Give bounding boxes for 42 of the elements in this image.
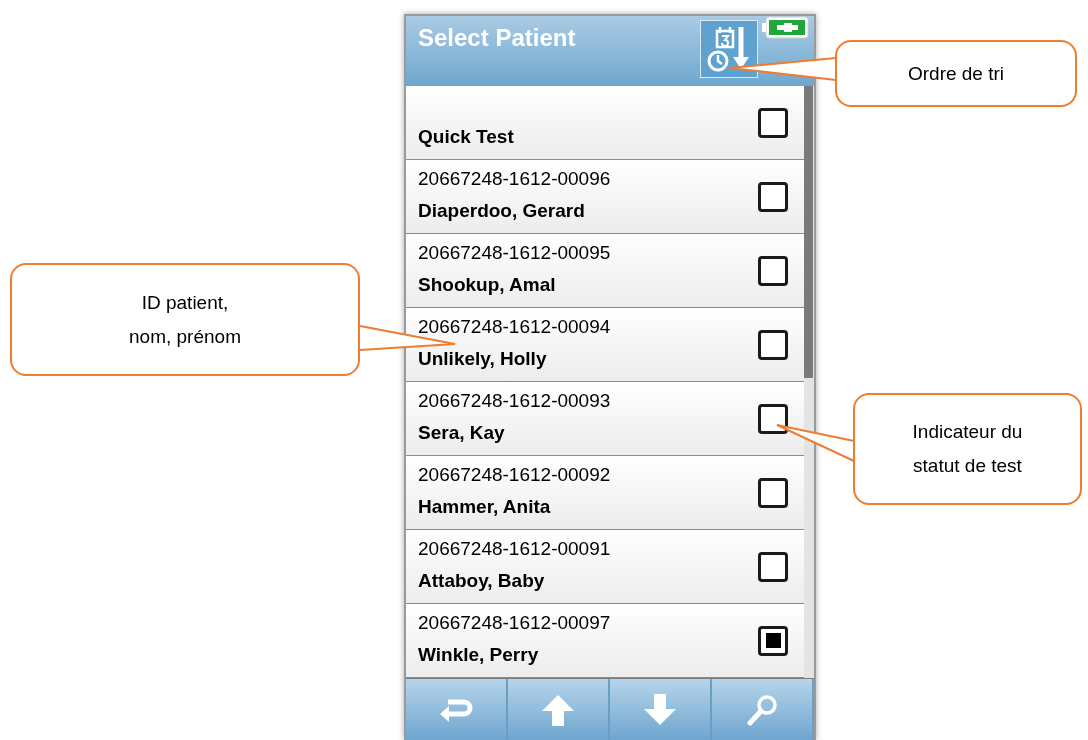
test-status-checkbox[interactable] [758, 181, 788, 212]
patient-row[interactable]: 20667248-1612-00092 Hammer, Anita [406, 456, 804, 530]
patient-id: 20667248-1612-00092 [418, 463, 611, 487]
toolbar-button[interactable] [508, 679, 610, 740]
patient-name: Attaboy, Baby [418, 569, 546, 593]
toolbar-button[interactable] [712, 679, 814, 740]
callout-text: statut de test [913, 454, 1022, 478]
toolbar-button[interactable] [406, 679, 508, 740]
patient-name: Unlikely, Holly [418, 347, 548, 371]
patient-name: Quick Test [418, 125, 514, 149]
patient-row[interactable]: 20667248-1612-00096 Diaperdoo, Gerard [406, 160, 804, 234]
patient-id: 20667248-1612-00096 [418, 167, 611, 191]
patient-row[interactable]: 20667248-1612-00095 Shookup, Amal [406, 234, 804, 308]
callout-text: Indicateur du [912, 420, 1023, 444]
patient-row[interactable]: Quick Test [406, 86, 804, 160]
test-status-checkbox[interactable] [758, 551, 788, 582]
patient-name: Shookup, Amal [418, 273, 557, 297]
test-status-checkbox[interactable] [758, 255, 788, 286]
patient-id: 20667248-1612-00097 [418, 611, 611, 635]
patient-row[interactable]: 20667248-1612-00091 Attaboy, Baby [406, 530, 804, 604]
callout-text: Ordre de tri [907, 61, 1005, 86]
patient-row[interactable]: 20667248-1612-00094 Unlikely, Holly [406, 308, 804, 382]
patient-name: Diaperdoo, Gerard [418, 199, 586, 223]
patient-name: Sera, Kay [418, 421, 506, 445]
test-status-checkbox[interactable] [758, 107, 788, 138]
toolbar-button[interactable] [610, 679, 712, 740]
test-status-checkbox[interactable] [758, 403, 788, 434]
patient-row[interactable]: 20667248-1612-00097 Winkle, Perry [406, 604, 804, 678]
screen-title: Select Patient [418, 23, 576, 53]
patient-name: Winkle, Perry [418, 643, 540, 667]
callout-text: ID patient, [141, 290, 229, 315]
patient-id: 20667248-1612-00091 [418, 537, 611, 561]
callout-text: nom, prénom [129, 324, 241, 349]
patient-id: 20667248-1612-00093 [418, 389, 611, 413]
patient-name: Hammer, Anita [418, 495, 552, 519]
test-status-checkbox[interactable] [758, 477, 788, 508]
patient-id: 20667248-1612-00095 [418, 241, 611, 265]
patient-id: 20667248-1612-00094 [418, 315, 611, 339]
test-status-checkbox[interactable] [758, 625, 788, 656]
patient-row[interactable]: 20667248-1612-00093 Sera, Kay [406, 382, 804, 456]
sort-order-button[interactable] [700, 20, 758, 78]
test-status-checkbox[interactable] [758, 329, 788, 360]
